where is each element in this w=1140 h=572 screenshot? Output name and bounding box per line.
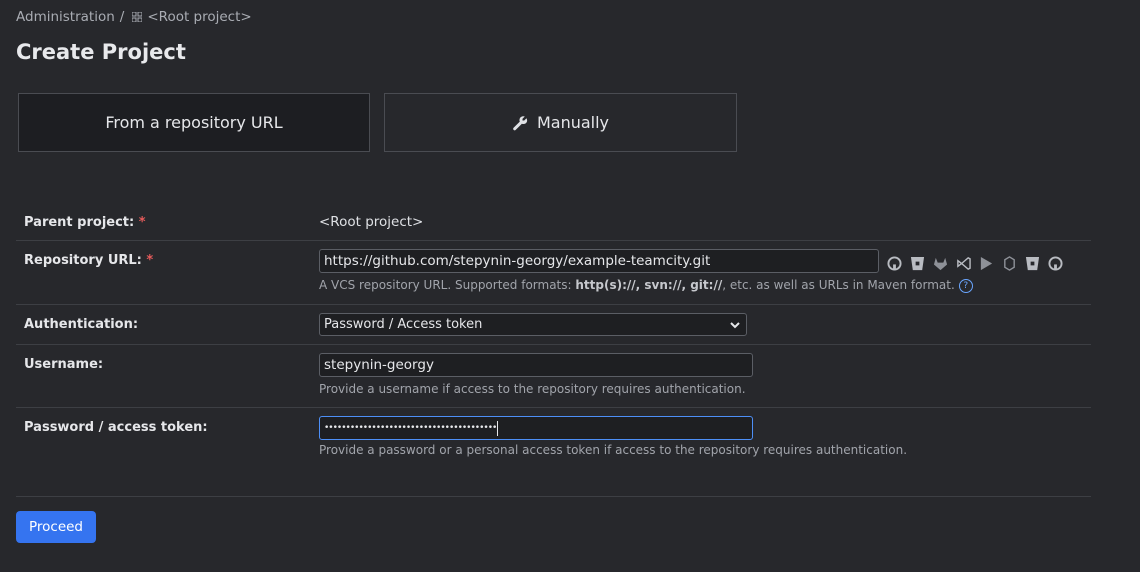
chevron-down-icon xyxy=(730,322,740,329)
bitbucket-icon[interactable] xyxy=(909,255,926,272)
password-input[interactable]: •••••••••••••••••••••••••••••••••••••••• xyxy=(319,416,753,440)
authentication-selected-value: Password / Access token xyxy=(324,317,483,332)
password-hint: Provide a password or a personal access … xyxy=(319,443,908,457)
authentication-row: Authentication: Password / Access token xyxy=(16,305,1091,345)
username-row: Username: Provide a username if access t… xyxy=(16,345,1091,408)
username-input[interactable] xyxy=(319,353,753,377)
breadcrumb: Administration / <Root project> xyxy=(16,9,252,25)
password-label: Password / access token: xyxy=(24,420,208,435)
vcs-icons xyxy=(886,255,1064,272)
tab-label: Manually xyxy=(536,113,610,132)
breadcrumb-separator: / xyxy=(119,9,125,25)
tab-label: From a repository URL xyxy=(105,113,283,132)
repository-url-input[interactable] xyxy=(319,249,879,273)
authentication-label: Authentication: xyxy=(24,317,139,332)
azure-devops-icon[interactable] xyxy=(955,255,972,272)
breadcrumb-root-project[interactable]: <Root project> xyxy=(147,9,251,25)
repository-url-row: Repository URL: * A VCS repository URL. … xyxy=(16,241,1091,305)
repository-url-hint: A VCS repository URL. Supported formats:… xyxy=(319,278,973,293)
gitlab-icon[interactable] xyxy=(932,255,949,272)
wrench-icon xyxy=(512,115,528,131)
username-hint: Provide a username if access to the repo… xyxy=(319,382,746,396)
text-cursor xyxy=(497,420,499,436)
username-label: Username: xyxy=(24,357,104,372)
repository-url-label: Repository URL: * xyxy=(24,253,154,268)
required-marker: * xyxy=(146,253,154,268)
parent-project-row: Parent project: * <Root project> xyxy=(16,204,1091,241)
help-icon[interactable]: ? xyxy=(958,278,973,293)
parent-project-value: <Root project> xyxy=(319,214,424,230)
form-divider xyxy=(16,496,1091,497)
parent-project-label: Parent project: * xyxy=(24,215,146,230)
space-icon[interactable] xyxy=(978,255,995,272)
authentication-select[interactable]: Password / Access token xyxy=(319,313,747,336)
tab-from-repository-url[interactable]: From a repository URL xyxy=(18,93,370,152)
perforce-icon[interactable] xyxy=(1001,255,1018,272)
breadcrumb-administration[interactable]: Administration xyxy=(16,9,115,25)
github-enterprise-icon[interactable] xyxy=(1047,255,1064,272)
password-row: Password / access token: •••••••••••••••… xyxy=(16,408,1091,468)
required-marker: * xyxy=(138,215,146,230)
tab-manually[interactable]: Manually xyxy=(384,93,737,152)
project-grid-icon xyxy=(132,12,143,22)
page-title: Create Project xyxy=(16,40,186,64)
proceed-button[interactable]: Proceed xyxy=(16,511,96,543)
github-icon[interactable] xyxy=(886,255,903,272)
bitbucket-server-icon[interactable] xyxy=(1024,255,1041,272)
